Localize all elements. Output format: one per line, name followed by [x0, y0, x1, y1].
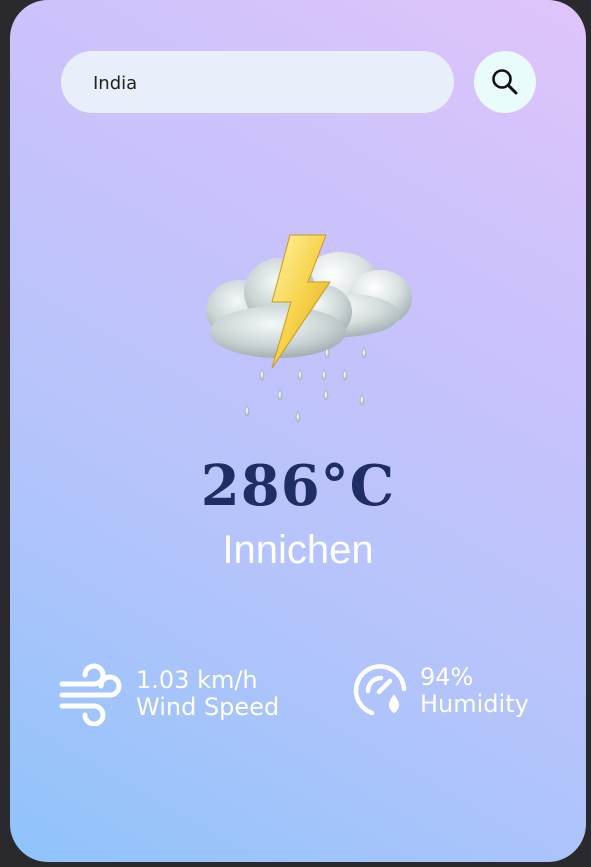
wind-stat: 1.03 km/h Wind Speed: [58, 662, 279, 726]
search-bar[interactable]: [61, 51, 454, 115]
wind-speed-label: Wind Speed: [136, 693, 280, 721]
humidity-gauge-icon: [353, 664, 407, 716]
search-button[interactable]: [474, 51, 536, 113]
temperature: 286°C: [200, 453, 396, 519]
humidity-label: Humidity: [420, 690, 529, 718]
search-input[interactable]: [91, 51, 435, 115]
wind-icon: [59, 663, 122, 726]
city-name: Innichen: [222, 528, 374, 572]
humidity-stat: 94% Humidity: [352, 662, 529, 720]
wind-speed-value: 1.03 km/h: [136, 666, 258, 694]
weather-card: 286°C Innichen 1.03 km/h Wind Speed 94% …: [10, 0, 586, 862]
humidity-value: 94%: [420, 663, 474, 691]
search-icon: [492, 69, 518, 95]
thunderstorm-rain-icon: [206, 234, 412, 423]
